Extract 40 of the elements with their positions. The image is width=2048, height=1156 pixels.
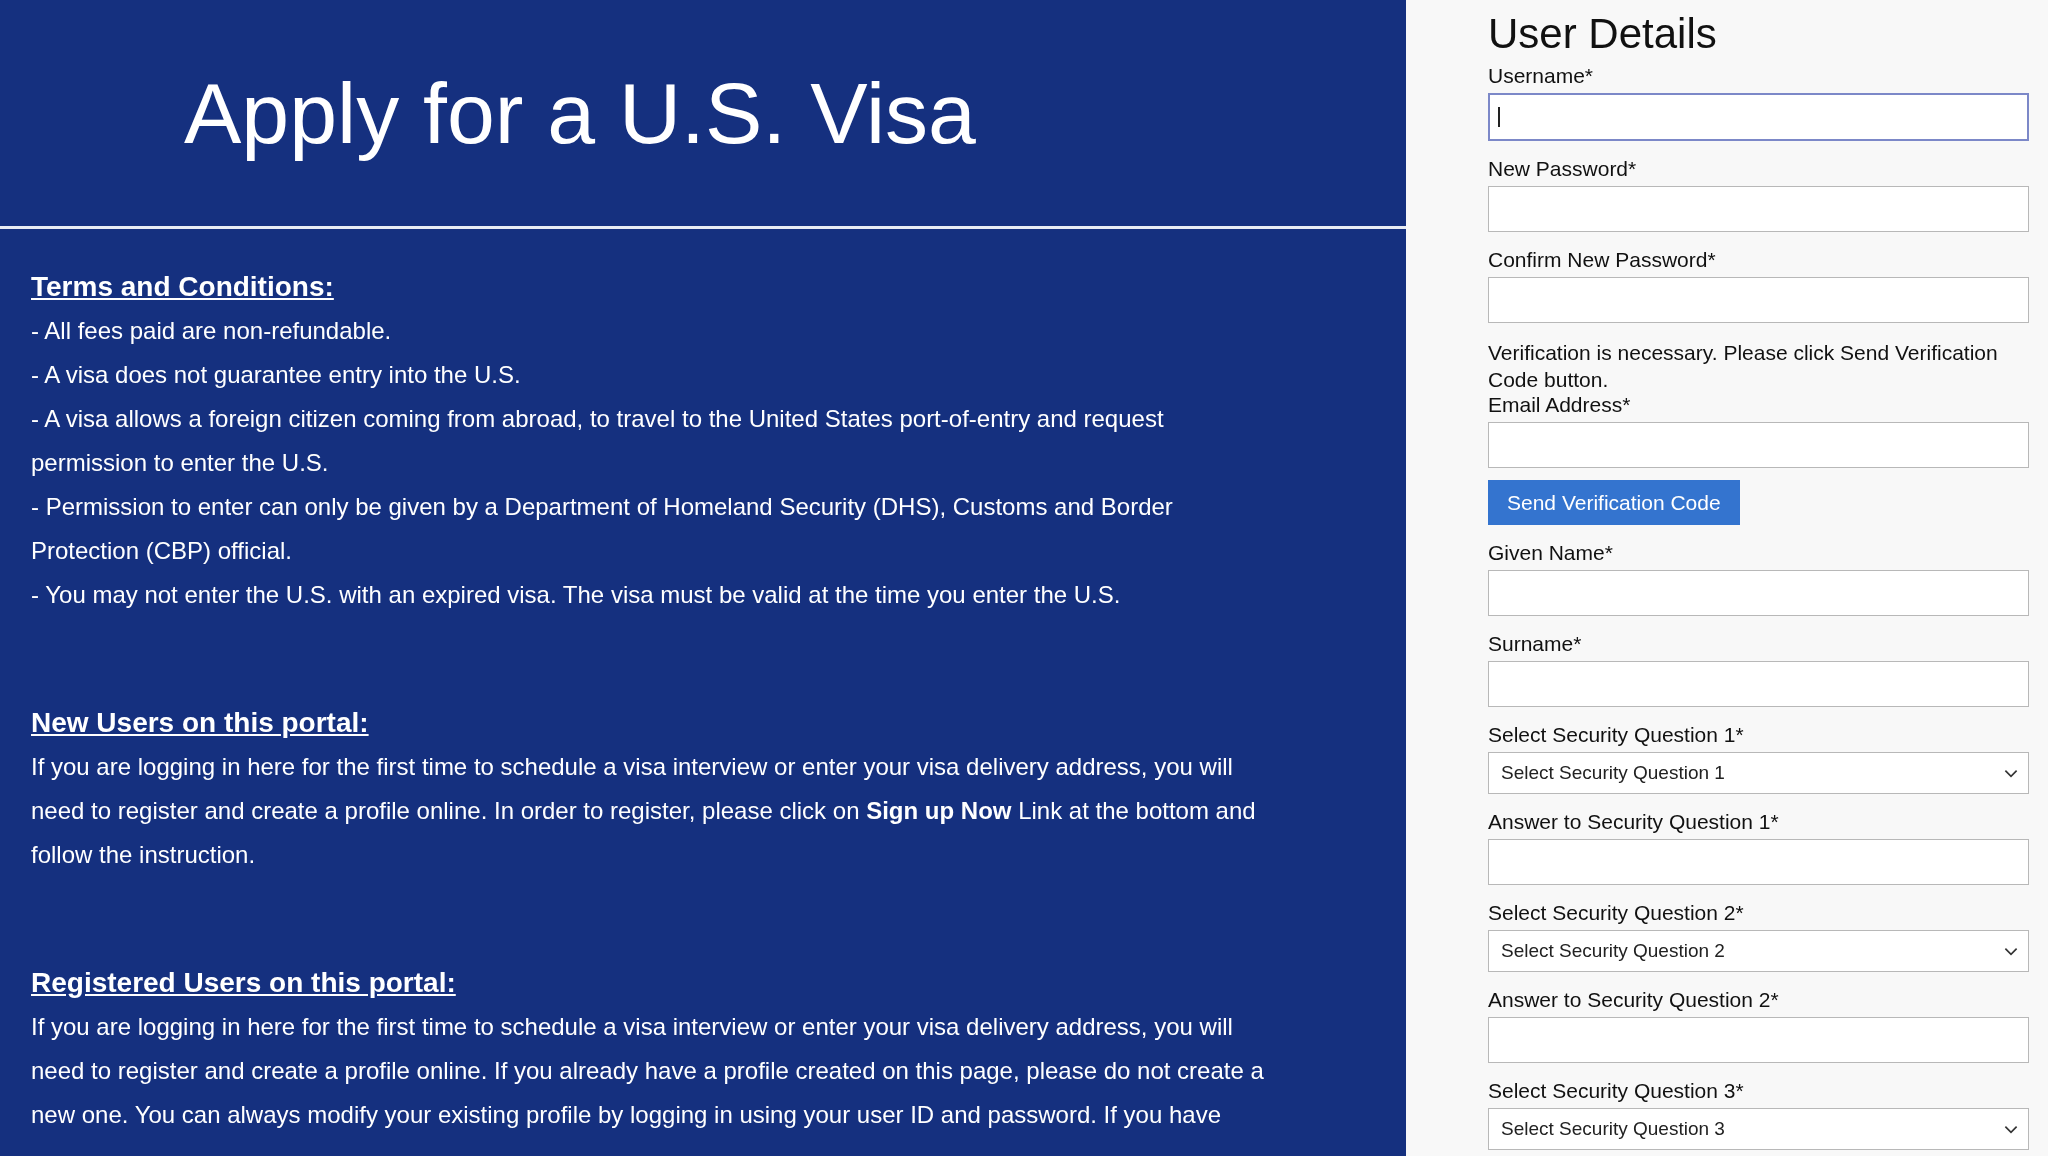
field-label: Select Security Question 2*: [1488, 901, 1745, 925]
text-cursor: [1498, 107, 1500, 127]
input-field[interactable]: [1488, 570, 2029, 616]
input-field[interactable]: [1488, 93, 2029, 141]
page-title: Apply for a U.S. Visa: [184, 63, 976, 163]
field-label: Surname*: [1488, 632, 1583, 656]
dropdown[interactable]: Select Security Question 3: [1488, 1108, 2029, 1150]
paragraph: If you are logging in here for the first time to schedule a visa interview or enter your visa delivery address, you will need to register and create a profile online. If you already have a profile created on this page, please do not create a new one. You can always modify your existing profile by logging in using your user ID and password. If you have: [31, 1012, 1265, 1130]
input-field[interactable]: [1488, 186, 2029, 232]
input-field[interactable]: [1488, 422, 2029, 468]
field-label: New Password*: [1488, 157, 1638, 181]
section-heading: Registered Users on this portal:: [31, 967, 457, 999]
paragraph: - You may not enter the U.S. with an expired visa. The visa must be valid at the time you enter the U.S.: [31, 580, 1122, 610]
dropdown[interactable]: Select Security Question 2: [1488, 930, 2029, 972]
field-label: Answer to Security Question 1*: [1488, 810, 1780, 834]
paragraph: - A visa allows a foreign citizen coming from abroad, to travel to the United States port-of-entry and request permission to enter the U.S.: [31, 404, 1165, 478]
send-code-button[interactable]: Send Verification Code: [1488, 480, 1740, 525]
field-label: Confirm New Password*: [1488, 248, 1717, 272]
input-field[interactable]: [1488, 839, 2029, 885]
paragraph: If you are logging in here for the first time to schedule a visa interview or enter your visa delivery address, you will need to register and create a profile online. In order to register, please click on Sign up Now Link at the bottom and follow the instruction.: [31, 752, 1257, 870]
dropdown[interactable]: Select Security Question 1: [1488, 752, 2029, 794]
paragraph: - All fees paid are non-refundable.: [31, 316, 393, 346]
field-label: Answer to Security Question 2*: [1488, 988, 1780, 1012]
input-field[interactable]: [1488, 277, 2029, 323]
verification-note: Verification is necessary. Please click Send Verification Code button.: [1488, 340, 1999, 393]
field-label: Select Security Question 3*: [1488, 1079, 1745, 1103]
chevron-down-icon: [2004, 768, 2018, 778]
field-label: Select Security Question 1*: [1488, 723, 1745, 747]
paragraph: - Permission to enter can only be given by a Department of Homeland Security (DHS), Customs and Border Protection (CBP) official.: [31, 492, 1174, 566]
section-heading: New Users on this portal:: [31, 707, 370, 739]
field-label: Email Address*: [1488, 393, 1632, 417]
chevron-down-icon: [2004, 946, 2018, 956]
paragraph: - A visa does not guarantee entry into the U.S.: [31, 360, 522, 390]
field-label: Given Name*: [1488, 541, 1614, 565]
input-field[interactable]: [1488, 661, 2029, 707]
chevron-down-icon: [2004, 1124, 2018, 1134]
input-field[interactable]: [1488, 1017, 2029, 1063]
section-heading: Terms and Conditions:: [31, 271, 335, 303]
field-label: Username*: [1488, 64, 1595, 88]
form-title: User Details: [1488, 10, 1718, 58]
